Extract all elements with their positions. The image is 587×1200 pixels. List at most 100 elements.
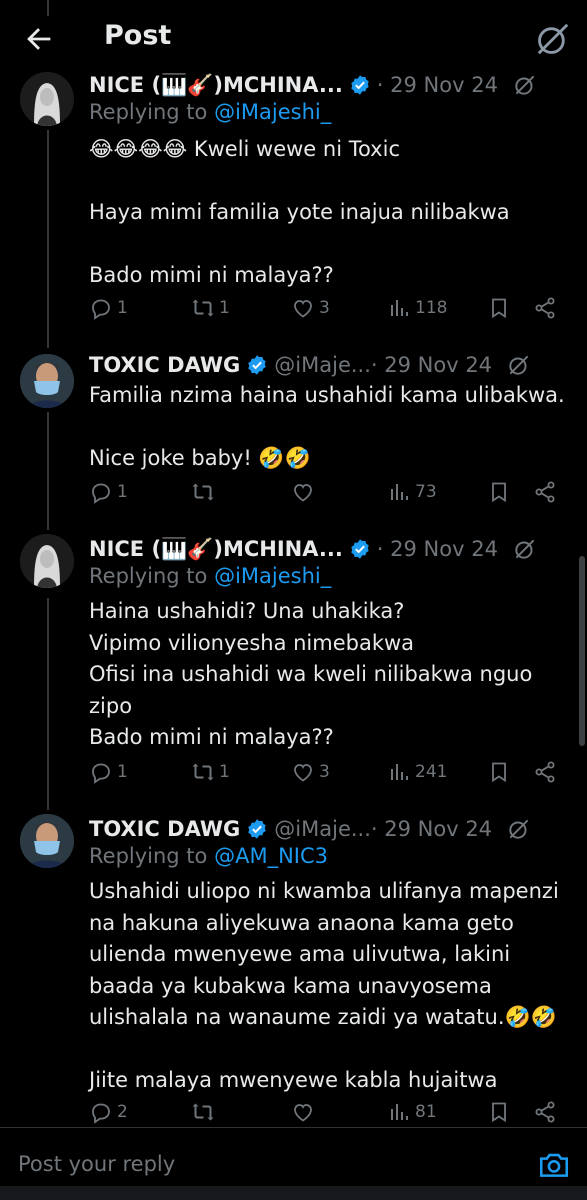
share-icon bbox=[535, 297, 555, 319]
tweet-line: Familia nzima haina ushahidi kama ulibak… bbox=[89, 383, 565, 407]
reply-input[interactable]: Post your reply bbox=[18, 1152, 175, 1176]
reply-button[interactable]: 2 bbox=[89, 1100, 128, 1124]
repost-icon bbox=[192, 763, 214, 781]
reply-composer[interactable]: Post your reply bbox=[0, 1127, 587, 1200]
share-button[interactable] bbox=[533, 296, 557, 320]
repost-button[interactable] bbox=[191, 1100, 219, 1124]
views-button[interactable]: 81 bbox=[387, 1100, 437, 1124]
mention-link[interactable]: @AM_NIC3 bbox=[214, 844, 328, 868]
heart-icon bbox=[294, 1104, 312, 1122]
like-button[interactable] bbox=[291, 480, 319, 504]
timestamp[interactable]: · 29 Nov 24 bbox=[371, 353, 492, 377]
tweet-line: Jiite malaya mwenyewe kabla hujaitwa bbox=[89, 1068, 498, 1092]
replying-to: Replying to @iMajeshi_ bbox=[89, 100, 331, 124]
repost-icon bbox=[192, 1103, 214, 1121]
bookmark-icon bbox=[492, 762, 506, 783]
tweet-text: Haina ushahidi? Una uhakika? Vipimo vili… bbox=[89, 596, 575, 754]
display-name[interactable]: NICE (🎹🎸)MCHINA... bbox=[89, 73, 343, 98]
share-icon bbox=[535, 481, 555, 503]
share-button[interactable] bbox=[533, 760, 557, 784]
tweet-header: TOXIC DAWG @iMaje... · 29 Nov 24 bbox=[89, 350, 575, 380]
repost-button[interactable]: 1 bbox=[191, 296, 230, 320]
reply-count: 1 bbox=[117, 482, 128, 502]
grok-icon[interactable] bbox=[512, 536, 538, 562]
like-count: 3 bbox=[319, 298, 330, 318]
reply-icon bbox=[92, 763, 110, 784]
reply-count: 1 bbox=[117, 298, 128, 318]
mention-link[interactable]: @iMajeshi_ bbox=[214, 564, 331, 588]
repost-icon bbox=[192, 299, 214, 317]
repost-button[interactable]: 1 bbox=[191, 760, 230, 784]
like-button[interactable]: 3 bbox=[291, 760, 330, 784]
verified-badge-icon bbox=[248, 819, 267, 839]
reply-button[interactable]: 1 bbox=[89, 760, 128, 784]
tweet-actions: 1 1 3 118 bbox=[89, 296, 569, 326]
display-name[interactable]: NICE (🎹🎸)MCHINA... bbox=[89, 537, 343, 562]
tweet-line: Ushahidi uliopo ni kwamba ulifanya mapen… bbox=[89, 879, 559, 903]
heart-icon bbox=[294, 764, 312, 782]
tweet-line: Bado mimi ni malaya?? bbox=[89, 263, 334, 287]
like-button[interactable] bbox=[291, 1100, 319, 1124]
reply-button[interactable]: 1 bbox=[89, 296, 128, 320]
grok-icon[interactable] bbox=[512, 72, 538, 98]
views-button[interactable]: 73 bbox=[387, 480, 437, 504]
bookmark-icon bbox=[492, 298, 506, 319]
tweet[interactable]: TOXIC DAWG @iMaje... · 29 Nov 24 Replyin… bbox=[0, 810, 587, 1127]
verified-badge-icon bbox=[351, 75, 369, 95]
views-button[interactable]: 241 bbox=[387, 760, 447, 784]
tweet-line: na hakuna aliyekuwa anaona kama geto bbox=[89, 910, 514, 935]
tweet-header: TOXIC DAWG @iMaje... · 29 Nov 24 bbox=[89, 814, 575, 844]
tweet-header: NICE (🎹🎸)MCHINA... · 29 Nov 24 bbox=[89, 70, 575, 100]
bookmark-button[interactable] bbox=[487, 296, 511, 320]
tweet[interactable]: NICE (🎹🎸)MCHINA... · 29 Nov 24 Replying … bbox=[0, 530, 587, 810]
grok-icon[interactable] bbox=[506, 816, 532, 842]
timestamp[interactable]: · 29 Nov 24 bbox=[377, 537, 498, 561]
reply-icon bbox=[92, 299, 110, 320]
reply-icon bbox=[92, 483, 110, 504]
display-name[interactable]: TOXIC DAWG bbox=[89, 353, 240, 377]
camera-icon[interactable] bbox=[537, 1148, 571, 1182]
mention-link[interactable]: @iMajeshi_ bbox=[214, 100, 331, 124]
repost-count: 1 bbox=[219, 762, 230, 782]
share-button[interactable] bbox=[533, 480, 557, 504]
tweet-line: Bado mimi ni malaya?? bbox=[89, 725, 334, 749]
bookmark-button[interactable] bbox=[487, 760, 511, 784]
scrollbar[interactable] bbox=[579, 556, 585, 746]
views-button[interactable]: 118 bbox=[387, 296, 447, 320]
tweet[interactable]: TOXIC DAWG @iMaje... · 29 Nov 24 Familia… bbox=[0, 340, 587, 530]
reply-icon bbox=[92, 1103, 110, 1124]
handle[interactable]: @iMaje... bbox=[274, 817, 371, 841]
handle[interactable]: @iMaje... bbox=[274, 353, 371, 377]
system-nav-strip bbox=[0, 1186, 587, 1200]
bookmark-button[interactable] bbox=[487, 1100, 511, 1124]
bookmark-button[interactable] bbox=[487, 480, 511, 504]
replying-label: Replying to bbox=[89, 564, 208, 588]
share-icon bbox=[535, 1101, 555, 1123]
repost-button[interactable] bbox=[191, 480, 219, 504]
replying-label: Replying to bbox=[89, 100, 208, 124]
tweet-header: NICE (🎹🎸)MCHINA... · 29 Nov 24 bbox=[89, 534, 575, 564]
tweet[interactable]: NICE (🎹🎸)MCHINA... · 29 Nov 24 Replying … bbox=[0, 0, 587, 340]
tweet-text: Familia nzima haina ushahidi kama ulibak… bbox=[89, 380, 575, 475]
share-button[interactable] bbox=[533, 1100, 557, 1124]
timestamp[interactable]: · 29 Nov 24 bbox=[371, 817, 492, 841]
bookmark-icon bbox=[492, 1102, 506, 1123]
tweet-line: baada ya kubakwa kama unavyosema bbox=[89, 973, 492, 998]
avatar[interactable] bbox=[20, 814, 74, 868]
avatar[interactable] bbox=[20, 354, 74, 408]
heart-icon bbox=[294, 300, 312, 318]
reply-count: 1 bbox=[117, 762, 128, 782]
timestamp[interactable]: · 29 Nov 24 bbox=[377, 73, 498, 97]
avatar[interactable] bbox=[20, 72, 74, 126]
like-button[interactable]: 3 bbox=[291, 296, 330, 320]
tweet-line: ulishalala na wanaume zaidi ya watatu.🤣🤣 bbox=[89, 1005, 557, 1029]
avatar[interactable] bbox=[20, 534, 74, 588]
display-name[interactable]: TOXIC DAWG bbox=[89, 817, 240, 841]
grok-icon[interactable] bbox=[506, 352, 532, 378]
views-icon bbox=[391, 764, 408, 780]
tweet-actions: 1 1 3 241 bbox=[89, 760, 569, 790]
reply-button[interactable]: 1 bbox=[89, 480, 128, 504]
